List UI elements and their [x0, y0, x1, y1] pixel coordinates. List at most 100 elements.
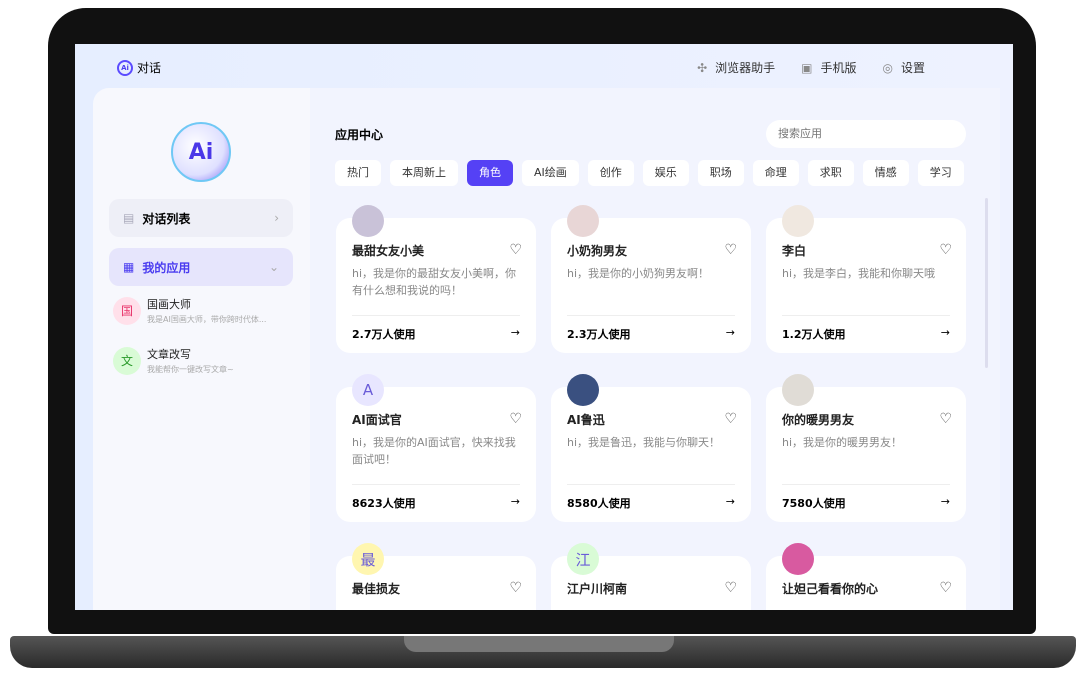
label: 我的应用	[142, 260, 191, 275]
arrow-right-icon[interactable]: →	[511, 495, 520, 511]
logo-label: 对话	[137, 61, 162, 75]
tab-0[interactable]: 热门	[335, 160, 381, 186]
heart-icon[interactable]: ♡	[939, 242, 952, 258]
heart-icon[interactable]: ♡	[509, 580, 522, 596]
chat-icon: ▤	[123, 211, 135, 225]
card-name: AI面试官	[352, 413, 402, 427]
search-input[interactable]	[766, 120, 966, 148]
ai-logo-icon: Ai	[117, 59, 133, 76]
card-avatar	[567, 205, 599, 237]
card-footer: 8623人使用 →	[352, 484, 520, 511]
sidebar-app-item[interactable]: 国国画大师 我是AI国画大师，带你跨时代体...	[113, 296, 266, 325]
tab-1[interactable]: 本周新上	[390, 160, 458, 186]
label: 浏览器助手	[715, 61, 776, 75]
app-screen: Ai 对话 ✣ 浏览器助手 ▣ 手机版 ◎ 设置 Ai ▤ 对话列表 › ▦ 我的应用 ⌄ 国国…	[75, 44, 1013, 610]
mobile-link[interactable]: ▣ 手机版	[801, 59, 856, 76]
grid-icon: ▦	[123, 260, 135, 274]
header-logo[interactable]: Ai 对话	[117, 59, 161, 76]
arrow-right-icon[interactable]: →	[726, 495, 735, 511]
card-avatar	[782, 543, 814, 575]
tab-10[interactable]: 学习	[917, 160, 964, 186]
usage-count: 8623人使用	[352, 497, 416, 510]
app-name: 国画大师	[147, 298, 191, 311]
card-desc: hi，我是鲁迅，我能与你聊天！	[567, 436, 721, 449]
app-center: 应用中心 热门本周新上角色 AI绘画创作娱乐职场命理求职情感学习 最甜女友小美 ♡…	[310, 88, 1000, 610]
app-card[interactable]: A AI面试官 ♡ hi，我是你的AI面试官，快来找我面试吧！ 8623人使用 →	[336, 374, 536, 522]
puzzle-icon: ✣	[697, 61, 708, 75]
tab-4[interactable]: 创作	[587, 160, 634, 186]
heart-icon[interactable]: ♡	[509, 411, 522, 427]
card-name: 最佳损友	[352, 582, 401, 596]
app-card[interactable]: AI鲁迅 ♡ hi，我是鲁迅，我能与你聊天！ 8580人使用 →	[551, 374, 751, 522]
card-desc	[567, 603, 735, 610]
heart-icon[interactable]: ♡	[939, 411, 952, 427]
arrow-right-icon[interactable]: →	[726, 326, 735, 342]
card-desc: hi，我是你的AI面试官，快来找我面试吧！	[352, 436, 516, 466]
card-desc: hi，我是你的最甜女友小美啊，你有什么想和我说的吗！	[352, 267, 517, 297]
tab-2[interactable]: 角色	[467, 160, 513, 186]
app-desc: 我是AI国画大师，带你跨时代体...	[147, 315, 267, 324]
tab-6[interactable]: 职场	[697, 160, 744, 186]
usage-count: 1.2万人使用	[782, 328, 846, 341]
gear-icon: ◎	[882, 61, 893, 75]
card-desc: hi，我是你的暖男男友！	[782, 436, 903, 449]
browser-helper-link[interactable]: ✣ 浏览器助手	[697, 59, 775, 76]
heart-icon[interactable]: ♡	[724, 411, 737, 427]
app-card[interactable]: 李白 ♡ hi，我是李白，我能和你聊天哦 1.2万人使用 →	[766, 205, 966, 353]
phone-icon: ▣	[801, 61, 813, 75]
sidebar: Ai ▤ 对话列表 › ▦ 我的应用 ⌄ 国国画大师 我是AI国画大师，带你跨时代体...…	[93, 88, 310, 610]
card-footer: 2.7万人使用 →	[352, 315, 520, 342]
card-footer: 2.3万人使用 →	[567, 315, 735, 342]
label: 设置	[900, 61, 925, 75]
card-name: 让妲己看看你的心	[782, 582, 879, 596]
app-avatar: 文	[113, 346, 141, 375]
my-apps-item[interactable]: ▦ 我的应用 ⌄	[109, 248, 293, 286]
arrow-right-icon[interactable]: →	[511, 326, 520, 342]
card-name: 你的暖男男友	[782, 413, 855, 427]
card-desc: hi，我是李白，我能和你聊天哦	[782, 267, 936, 280]
usage-count: 8580人使用	[567, 497, 631, 510]
card-name: 李白	[782, 244, 807, 258]
app-card[interactable]: 江 江户川柯南 ♡	[551, 543, 751, 610]
app-card[interactable]: 最 最佳损友 ♡	[336, 543, 536, 610]
tab-5[interactable]: 娱乐	[642, 160, 689, 186]
card-desc	[782, 603, 950, 610]
heart-icon[interactable]: ♡	[724, 580, 737, 596]
usage-count: 7580人使用	[782, 497, 846, 510]
card-desc	[352, 603, 520, 610]
chat-list-item[interactable]: ▤ 对话列表 ›	[109, 199, 293, 237]
chevron-down-icon: ⌄	[268, 260, 279, 274]
app-desc: 我能帮你一键改写文章~	[147, 365, 234, 374]
app-card[interactable]: 小奶狗男友 ♡ hi，我是你的小奶狗男友啊！ 2.3万人使用 →	[551, 205, 751, 353]
arrow-right-icon[interactable]: →	[941, 326, 950, 342]
card-name: AI鲁迅	[567, 413, 605, 427]
page-title: 应用中心	[335, 128, 384, 142]
card-name: 小奶狗男友	[567, 244, 628, 258]
heart-icon[interactable]: ♡	[509, 242, 522, 258]
card-name: 江户川柯南	[567, 582, 628, 596]
scrollbar[interactable]	[985, 198, 988, 368]
app-card[interactable]: 最甜女友小美 ♡ hi，我是你的最甜女友小美啊，你有什么想和我说的吗！ 2.7万人…	[336, 205, 536, 353]
card-avatar	[782, 205, 814, 237]
tab-7[interactable]: 命理	[752, 160, 799, 186]
sidebar-app-item[interactable]: 文文章改写我能帮你一键改写文章~	[113, 346, 234, 375]
chevron-right-icon: ›	[274, 211, 279, 225]
app-card[interactable]: 让妲己看看你的心 ♡	[766, 543, 966, 610]
tab-9[interactable]: 情感	[862, 160, 909, 186]
card-avatar	[567, 374, 599, 406]
settings-link[interactable]: ◎ 设置	[883, 59, 926, 76]
app-name: 文章改写	[147, 348, 191, 361]
card-avatar: 最	[352, 543, 384, 575]
header-actions: ✣ 浏览器助手 ▣ 手机版 ◎ 设置	[697, 59, 925, 76]
tab-3[interactable]: AI绘画	[522, 160, 579, 186]
tab-8[interactable]: 求职	[807, 160, 854, 186]
label: 手机版	[820, 61, 857, 75]
heart-icon[interactable]: ♡	[939, 580, 952, 596]
ai-logo: Ai	[171, 122, 231, 182]
heart-icon[interactable]: ♡	[724, 242, 737, 258]
card-desc: hi，我是你的小奶狗男友啊！	[567, 267, 710, 280]
card-footer: 7580人使用 →	[782, 484, 950, 511]
app-card[interactable]: 你的暖男男友 ♡ hi，我是你的暖男男友！ 7580人使用 →	[766, 374, 966, 522]
arrow-right-icon[interactable]: →	[941, 495, 950, 511]
label: 对话列表	[142, 211, 191, 226]
